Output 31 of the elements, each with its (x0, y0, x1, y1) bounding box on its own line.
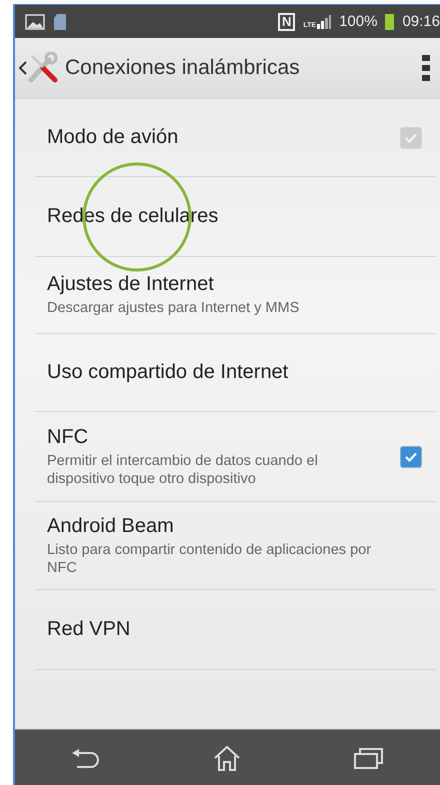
overflow-menu-icon[interactable] (422, 55, 430, 81)
settings-item[interactable]: NFC Permitir el intercambio de datos cuando el dispositivo toque otro dispositivo (35, 412, 436, 502)
screen-title: Conexiones inalámbricas (65, 56, 301, 80)
settings-item[interactable]: Red VPN (35, 590, 436, 670)
clock-time: 09:16 (402, 13, 440, 30)
check-icon (405, 132, 417, 142)
settings-item[interactable]: Uso compartido de Internet (35, 334, 436, 412)
signal-icon (317, 14, 332, 28)
back-icon[interactable] (19, 61, 27, 75)
settings-item[interactable]: Android Beam Listo para compartir contenido de aplicaciones por NFC (35, 502, 436, 590)
nfc-icon: N (278, 12, 296, 30)
item-summary: Listo para compartir contenido de aplicaciones por NFC (47, 540, 372, 576)
check-icon (405, 452, 417, 462)
item-title: Ajustes de Internet (47, 273, 215, 296)
tools-icon (27, 52, 59, 84)
battery-icon (385, 13, 394, 30)
picture-icon (25, 14, 45, 30)
settings-item[interactable]: Ajustes de Internet Descargar ajustes para Internet y MMS (35, 257, 436, 334)
item-summary: Descargar ajustes para Internet y MMS (47, 299, 300, 317)
sim-card-icon (53, 12, 67, 30)
item-title: Uso compartido de Internet (47, 361, 290, 384)
checkbox[interactable] (400, 446, 422, 468)
item-title: Modo de avión (47, 126, 180, 149)
back-nav-icon[interactable] (71, 747, 102, 769)
home-icon[interactable] (213, 745, 242, 771)
item-summary: Permitir el intercambio de datos cuando el dispositivo toque otro dispositivo (47, 452, 319, 488)
battery-percent: 100% (339, 13, 378, 30)
recent-apps-icon[interactable] (354, 747, 384, 769)
item-title: NFC (47, 426, 90, 448)
item-title: Red VPN (47, 618, 132, 641)
item-title: Android Beam (47, 514, 175, 538)
